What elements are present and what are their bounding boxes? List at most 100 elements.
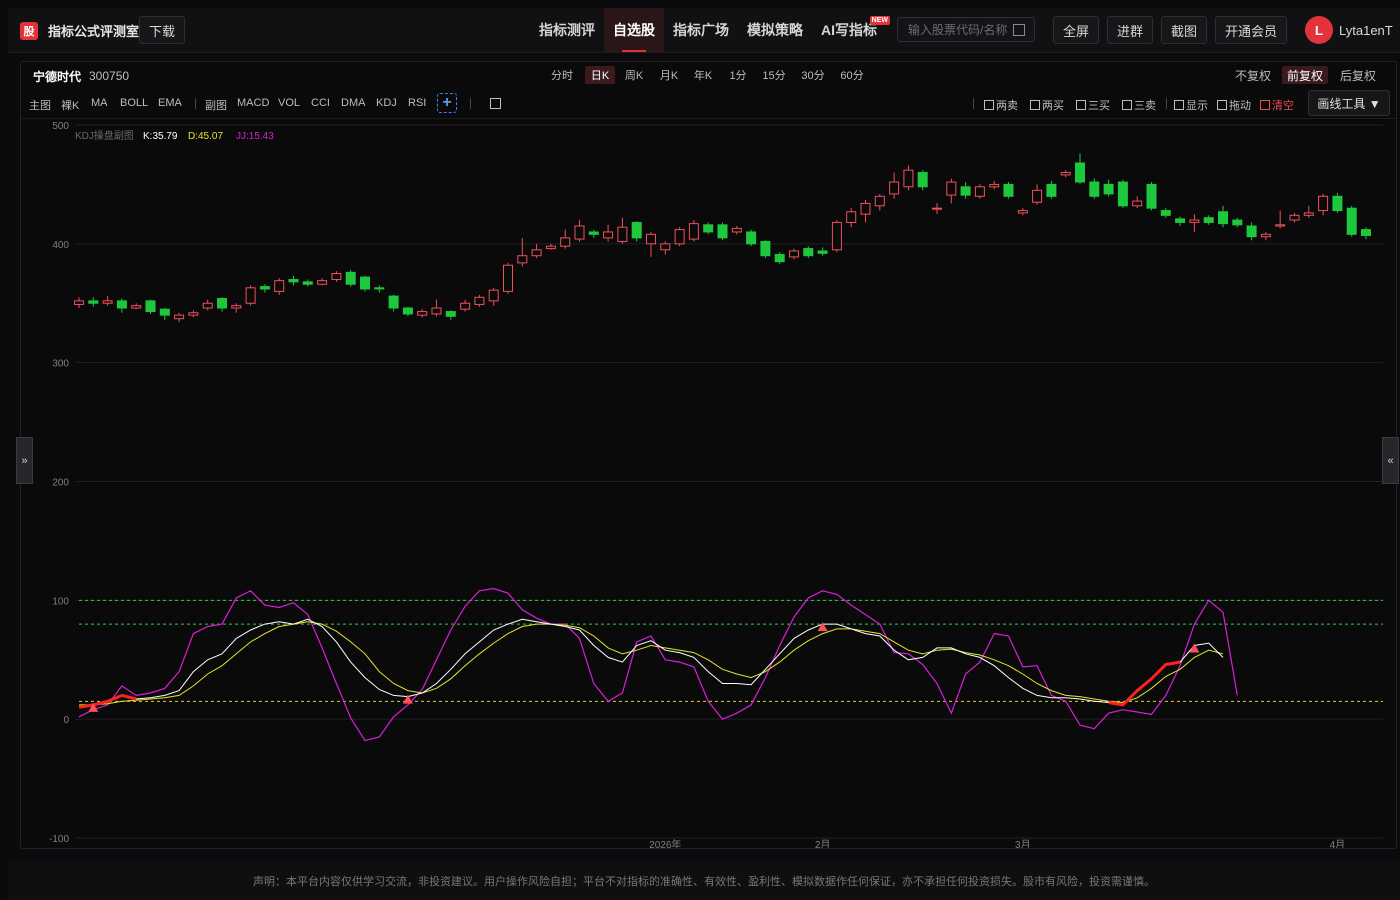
open-vip-button[interactable]: 开通会员: [1215, 16, 1287, 44]
brand-logo-icon: 股: [20, 21, 38, 40]
clear-search-icon[interactable]: [1013, 24, 1025, 36]
y-tick-label: 100: [52, 596, 69, 607]
candle-body: [245, 287, 256, 304]
kdj-red-segment: [1108, 660, 1181, 707]
candle-body: [774, 254, 785, 263]
candle-body: [1275, 224, 1286, 227]
candle-body: [460, 302, 471, 310]
x-axis-label: 3月: [1015, 839, 1031, 848]
candle-body: [831, 221, 842, 251]
candle-body: [445, 311, 456, 317]
candle-body: [1189, 219, 1200, 223]
candle-body: [102, 300, 113, 304]
candle-body: [1232, 219, 1243, 226]
candle-body: [874, 195, 885, 207]
fullscreen-button[interactable]: 全屏: [1053, 16, 1099, 44]
candle-body: [1103, 183, 1114, 195]
nav-ai-indicator[interactable]: AI写指标 NEW: [812, 8, 890, 52]
nav-watchlist[interactable]: 自选股: [604, 8, 664, 52]
search-placeholder: 输入股票代码/名称: [908, 23, 1008, 37]
y-tick-label: 500: [52, 121, 69, 132]
kdj-legend-j: JJ:15.43: [236, 131, 274, 142]
y-tick-label: 200: [52, 478, 69, 489]
candle-body: [817, 250, 828, 254]
candle-body: [746, 231, 757, 245]
candle-body: [932, 207, 942, 210]
expand-left-panel-button[interactable]: »: [16, 437, 33, 484]
stock-search-input[interactable]: 输入股票代码/名称: [897, 17, 1035, 42]
y-tick-label: 0: [63, 715, 69, 726]
candle-body: [1160, 210, 1171, 216]
candle-body: [889, 181, 900, 195]
candle-body: [288, 278, 299, 283]
candle-body: [174, 314, 185, 320]
candle-body: [1289, 214, 1300, 221]
candle-body: [517, 255, 528, 264]
candle-body: [217, 297, 227, 309]
candle-body: [688, 223, 699, 240]
download-button[interactable]: 下载: [139, 16, 185, 44]
candle-body: [760, 240, 771, 257]
candle-body: [960, 186, 971, 196]
username[interactable]: Lyta1enT: [1339, 23, 1393, 38]
candle-body: [231, 305, 242, 309]
screenshot-button[interactable]: 截图: [1161, 16, 1207, 44]
candle-body: [1046, 183, 1057, 197]
candle-body: [631, 221, 642, 239]
candle-body: [317, 280, 328, 285]
candle-body: [860, 202, 871, 215]
disclaimer-footer: 声明：本平台内容仅供学习交流，非投资建议。用户操作风险自担；平台不对指标的准确性…: [8, 861, 1400, 900]
brand[interactable]: 股 指标公式评测室: [20, 21, 139, 40]
top-bar: 股 指标公式评测室 下载 指标测评 自选股 指标广场 模拟策略 AI写指标 NE…: [8, 8, 1400, 53]
candle-body: [1117, 181, 1128, 207]
candle-body: [302, 281, 313, 285]
candle-body: [202, 302, 213, 309]
nav-indicator-review[interactable]: 指标测评: [530, 8, 604, 52]
candle-body: [1089, 181, 1100, 197]
kline-kdj-chart[interactable]: 500 400 300 200 100 0 -100 KDJ操盘副图 K:35.79 D:45.0…: [21, 62, 1396, 848]
candle-body: [345, 271, 356, 285]
candle-body: [1132, 200, 1143, 207]
expand-right-panel-button[interactable]: «: [1382, 437, 1399, 484]
nav-ai-indicator-label: AI写指标: [821, 22, 877, 38]
candle-body: [560, 237, 571, 247]
buy-signal-triangle: [817, 622, 828, 632]
candle-body: [431, 307, 442, 315]
nav-indicator-square[interactable]: 指标广场: [664, 8, 738, 52]
candle-body: [88, 300, 99, 304]
candle-body: [545, 245, 556, 250]
candle-body: [331, 273, 342, 280]
candle-body: [1246, 225, 1257, 238]
candle-body: [946, 181, 957, 196]
candle-body: [131, 305, 142, 309]
candle-body: [1203, 217, 1214, 223]
candle-body: [1346, 207, 1357, 235]
candle-body: [74, 300, 84, 305]
kdj-legend-name: KDJ操盘副图: [75, 129, 134, 142]
candle-body: [917, 172, 928, 188]
y-tick-label: -100: [49, 834, 69, 845]
y-tick-label: 300: [52, 359, 69, 370]
candle-body: [1218, 211, 1228, 225]
kdj-legend-d: D:45.07: [188, 131, 223, 142]
candle-body: [789, 250, 799, 258]
candle-body: [1146, 183, 1157, 209]
candle-body: [660, 243, 671, 251]
candle-body: [646, 233, 656, 245]
candle-body: [1017, 210, 1028, 214]
candle-body: [617, 226, 628, 242]
kdj-j-line: [78, 587, 1238, 742]
avatar[interactable]: L: [1305, 16, 1333, 44]
join-group-button[interactable]: 进群: [1107, 16, 1153, 44]
kdj-d-line: [79, 621, 1224, 706]
candle-body: [974, 186, 985, 197]
candle-body: [531, 249, 542, 257]
candle-body: [603, 231, 614, 239]
candle-body: [474, 296, 485, 305]
candle-body: [374, 287, 385, 290]
nav-simulated-strategy[interactable]: 模拟策略: [738, 8, 812, 52]
kdj-legend-k: K:35.79: [143, 131, 178, 142]
new-badge: NEW: [869, 16, 890, 25]
x-axis-label: 2026年: [649, 838, 681, 848]
candle-body: [574, 225, 585, 240]
